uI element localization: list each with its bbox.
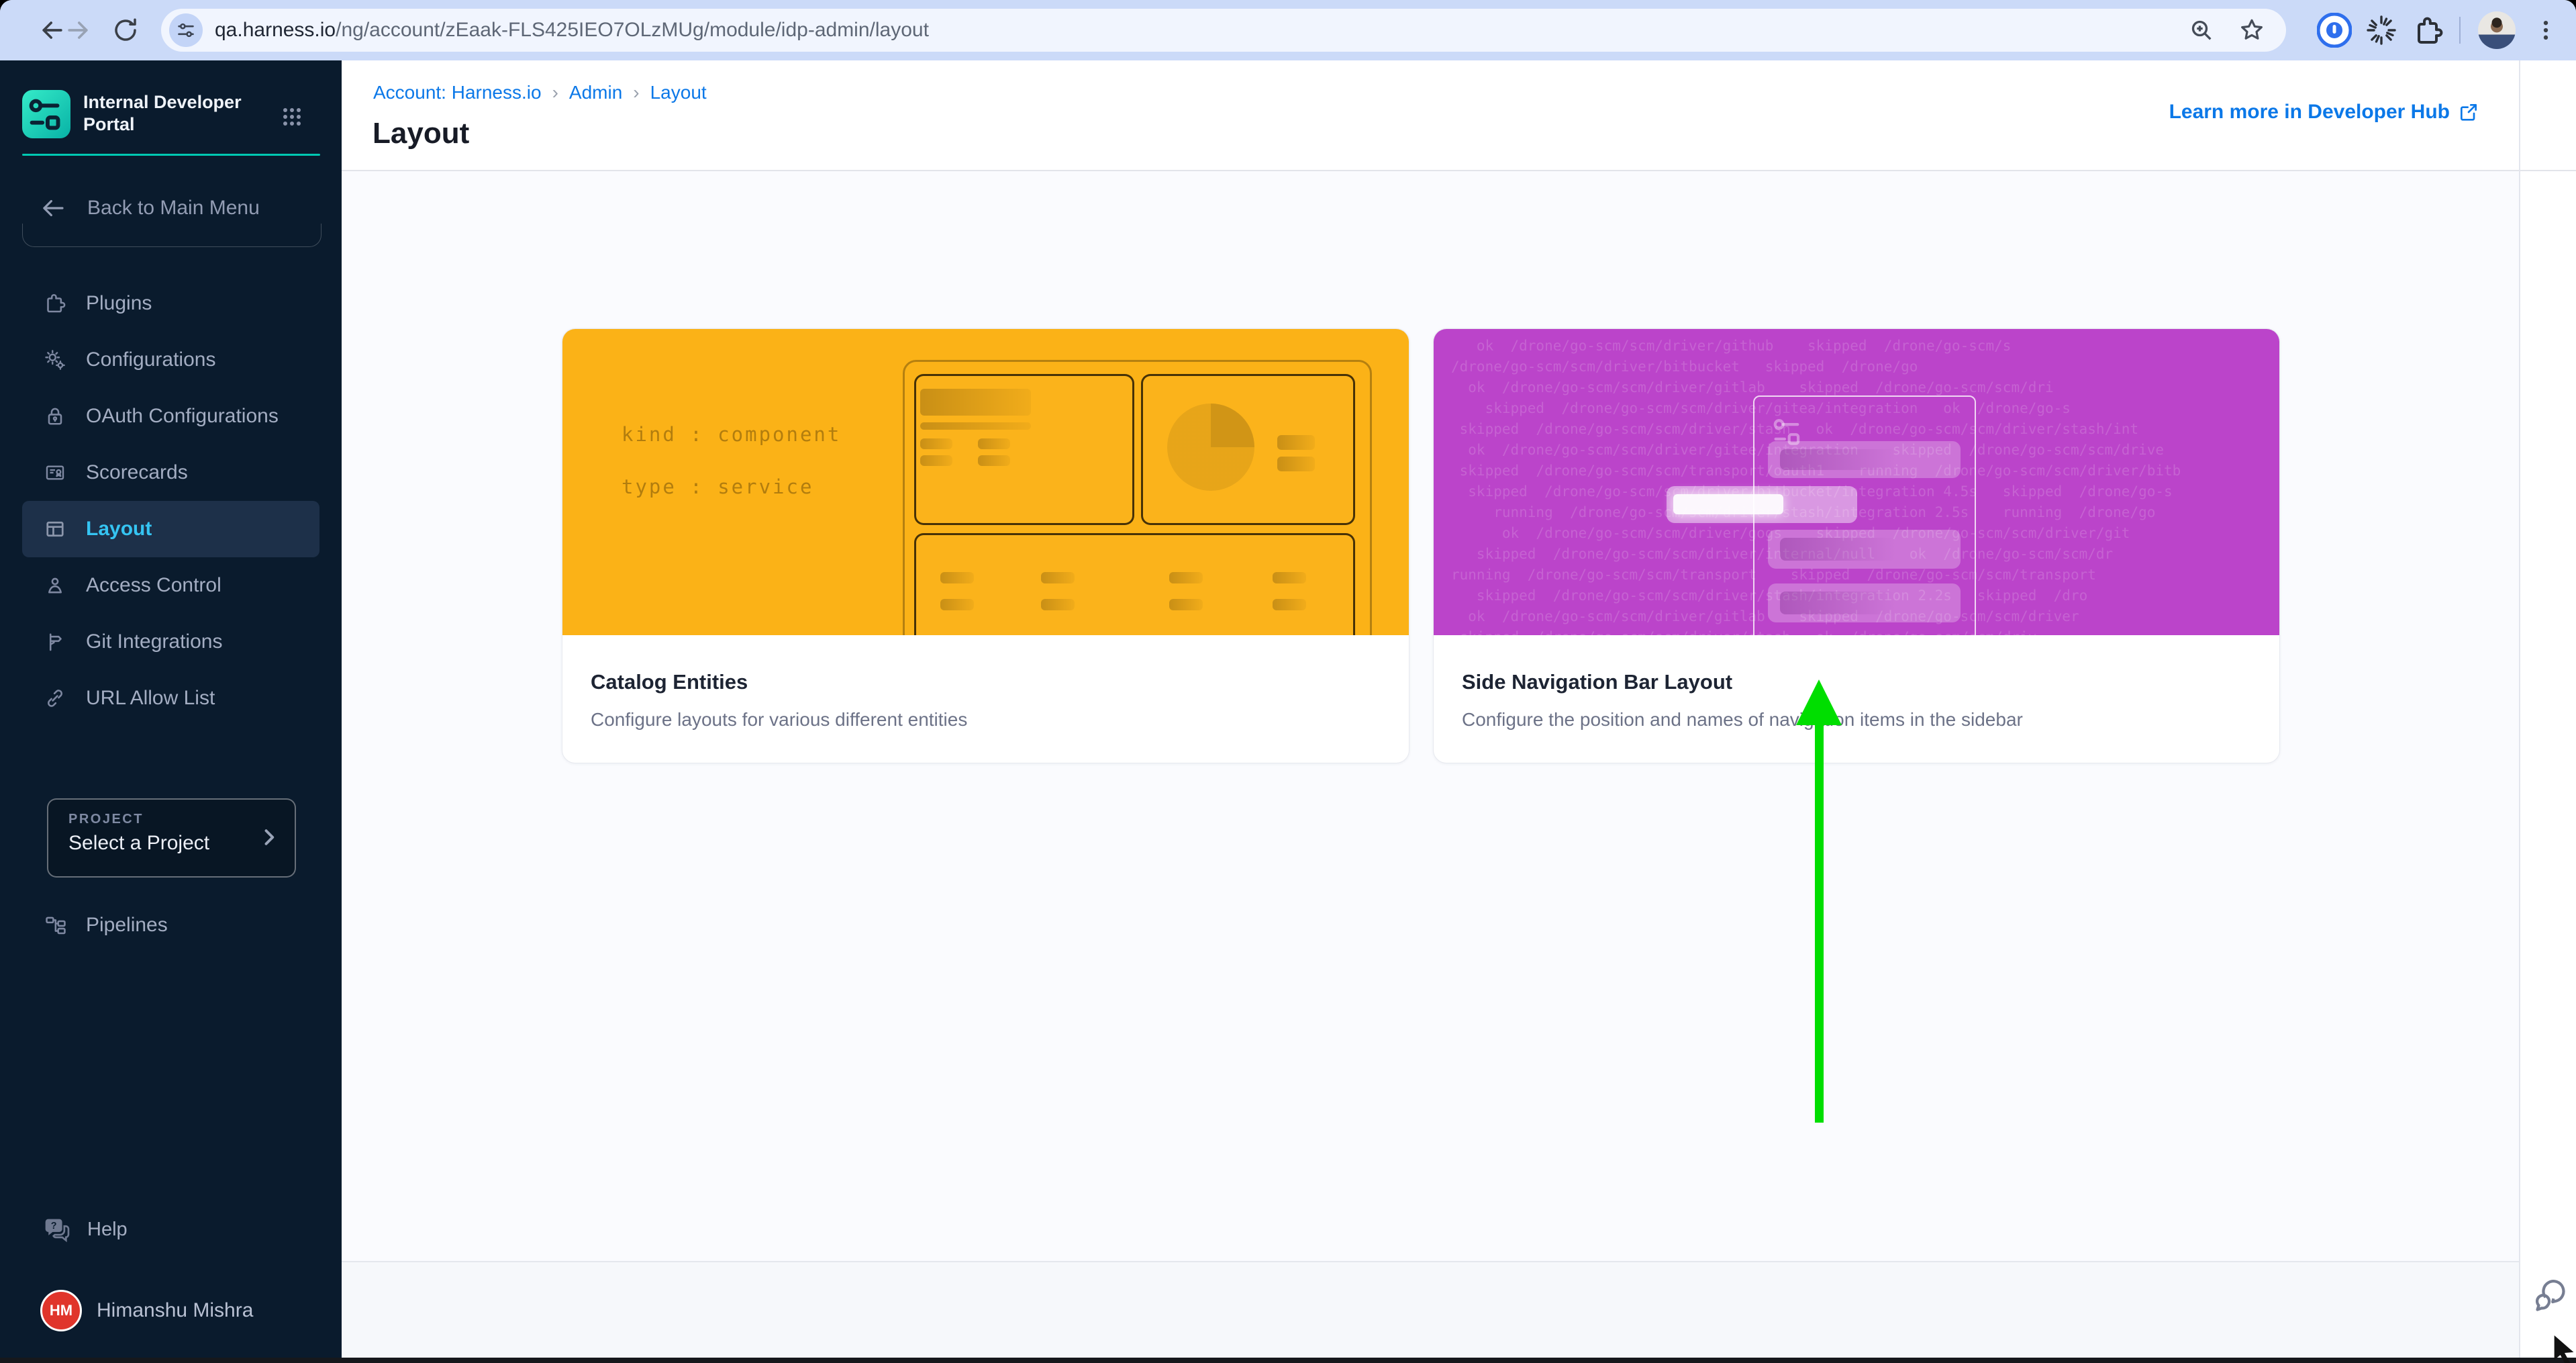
user-name: Himanshu Mishra bbox=[97, 1299, 253, 1322]
help-button[interactable]: ? Help bbox=[0, 1201, 342, 1258]
module-grid-icon[interactable] bbox=[277, 102, 307, 132]
content-edge-divider bbox=[2519, 60, 2520, 1358]
window-bottom-edge bbox=[0, 1358, 2576, 1363]
page-title: Layout bbox=[373, 117, 469, 150]
puzzle-icon bbox=[43, 291, 68, 316]
page-header: Account: Harness.io › Admin › Layout Lay… bbox=[342, 60, 2576, 171]
layout-icon bbox=[43, 517, 68, 541]
card-description: Configure layouts for various different … bbox=[591, 709, 1381, 731]
url-bar[interactable]: qa.harness.io/ng/account/zEaak-FLS425IEO… bbox=[161, 9, 2286, 52]
card-description: Configure the position and names of navi… bbox=[1462, 709, 2251, 731]
scorecard-icon bbox=[43, 461, 68, 485]
link-icon bbox=[43, 686, 68, 710]
sidebar-item-scorecards[interactable]: Scorecards bbox=[22, 444, 319, 501]
breadcrumb-layout-link[interactable]: Layout bbox=[650, 82, 707, 103]
svg-text:?: ? bbox=[51, 1221, 57, 1231]
person-icon bbox=[43, 573, 68, 598]
help-chat-icon: ? bbox=[40, 1214, 71, 1245]
card-side-navigation-bar-layout[interactable]: ok /drone/go-scm/scm/driver/github skipp… bbox=[1433, 328, 2280, 763]
mock-nav-item bbox=[1768, 441, 1961, 478]
mock-nav-item bbox=[1768, 583, 1961, 622]
chevron-right-icon bbox=[257, 825, 281, 849]
sidebar-item-plugins[interactable]: Plugins bbox=[22, 275, 319, 332]
bookmark-star-icon[interactable] bbox=[2238, 16, 2266, 44]
git-signpost-icon bbox=[43, 630, 68, 654]
spinner-extension-icon[interactable] bbox=[2358, 0, 2405, 60]
gears-icon bbox=[43, 348, 68, 372]
user-profile[interactable]: HM Himanshu Mishra bbox=[0, 1287, 342, 1334]
arrow-left-icon bbox=[39, 194, 67, 222]
site-settings-icon[interactable] bbox=[169, 13, 203, 47]
sidebar-item-access-control[interactable]: Access Control bbox=[22, 557, 319, 614]
sidebar-item-configurations[interactable]: Configurations bbox=[22, 332, 319, 388]
sidebar-nav: Plugins Configurations OAuth Configurati… bbox=[0, 275, 342, 726]
sidebar: Internal Developer Portal Back to Main M… bbox=[0, 60, 342, 1358]
browser-window: qa.harness.io/ng/account/zEaak-FLS425IEO… bbox=[0, 0, 2576, 1363]
lock-icon bbox=[43, 404, 68, 428]
sidebar-item-url-allow-list[interactable]: URL Allow List bbox=[22, 670, 319, 726]
annotation-arrow-up bbox=[1796, 679, 1842, 725]
sidebar-item-layout[interactable]: Layout bbox=[22, 501, 319, 557]
browser-profile-avatar[interactable] bbox=[2478, 11, 2516, 49]
card-title: Catalog Entities bbox=[591, 670, 1381, 694]
mock-panel-table bbox=[914, 533, 1355, 635]
breadcrumb-admin-link[interactable]: Admin bbox=[569, 82, 622, 103]
forward-icon[interactable] bbox=[54, 0, 101, 60]
card-catalog-entities[interactable]: kind : component type : service bbox=[562, 328, 1409, 763]
external-link-icon bbox=[2458, 101, 2479, 123]
url-text[interactable]: qa.harness.io/ng/account/zEaak-FLS425IEO… bbox=[215, 19, 2188, 42]
sidebar-item-oauth-configurations[interactable]: OAuth Configurations bbox=[22, 388, 319, 444]
annotation-arrow-shaft bbox=[1815, 720, 1824, 1123]
main-content: kind : component type : service bbox=[342, 60, 2576, 1358]
content-area: kind : component type : service bbox=[342, 170, 2519, 1261]
breadcrumb: Account: Harness.io › Admin › Layout bbox=[373, 82, 707, 103]
browser-menu-kebab-icon[interactable] bbox=[2522, 0, 2569, 60]
breadcrumb-account-link[interactable]: Account: Harness.io bbox=[373, 82, 542, 103]
section-underline bbox=[22, 224, 321, 247]
extensions-puzzle-icon[interactable] bbox=[2405, 0, 2452, 60]
mock-nav-item bbox=[1768, 530, 1961, 569]
user-avatar: HM bbox=[40, 1290, 82, 1331]
idp-logo[interactable] bbox=[22, 90, 70, 138]
browser-toolbar: qa.harness.io/ng/account/zEaak-FLS425IEO… bbox=[0, 0, 2576, 62]
side-nav-illustration: ok /drone/go-scm/scm/driver/github skipp… bbox=[1434, 329, 2279, 635]
sidebar-item-pipelines[interactable]: Pipelines bbox=[0, 897, 342, 953]
learn-more-link[interactable]: Learn more in Developer Hub bbox=[2169, 101, 2479, 124]
product-title: Internal Developer Portal bbox=[83, 91, 271, 136]
page: Internal Developer Portal Back to Main M… bbox=[0, 60, 2576, 1363]
mock-nav-item-dragged bbox=[1667, 486, 1857, 523]
card-title: Side Navigation Bar Layout bbox=[1462, 670, 2251, 694]
project-selector[interactable]: PROJECT Select a Project bbox=[47, 798, 296, 878]
sidebar-item-git-integrations[interactable]: Git Integrations bbox=[22, 614, 319, 670]
toolbar-divider bbox=[2459, 17, 2461, 44]
reload-icon[interactable] bbox=[102, 0, 149, 60]
teal-divider bbox=[22, 154, 320, 156]
chat-support-icon[interactable] bbox=[2529, 1274, 2569, 1315]
mouse-cursor bbox=[2549, 1332, 2576, 1363]
footer-band bbox=[342, 1261, 2519, 1359]
zoom-icon[interactable] bbox=[2188, 17, 2215, 44]
mock-pie-chart bbox=[1167, 404, 1254, 491]
pipelines-icon bbox=[43, 912, 68, 938]
catalog-entities-illustration: kind : component type : service bbox=[562, 329, 1409, 635]
onepassword-extension-icon[interactable] bbox=[2311, 0, 2358, 60]
